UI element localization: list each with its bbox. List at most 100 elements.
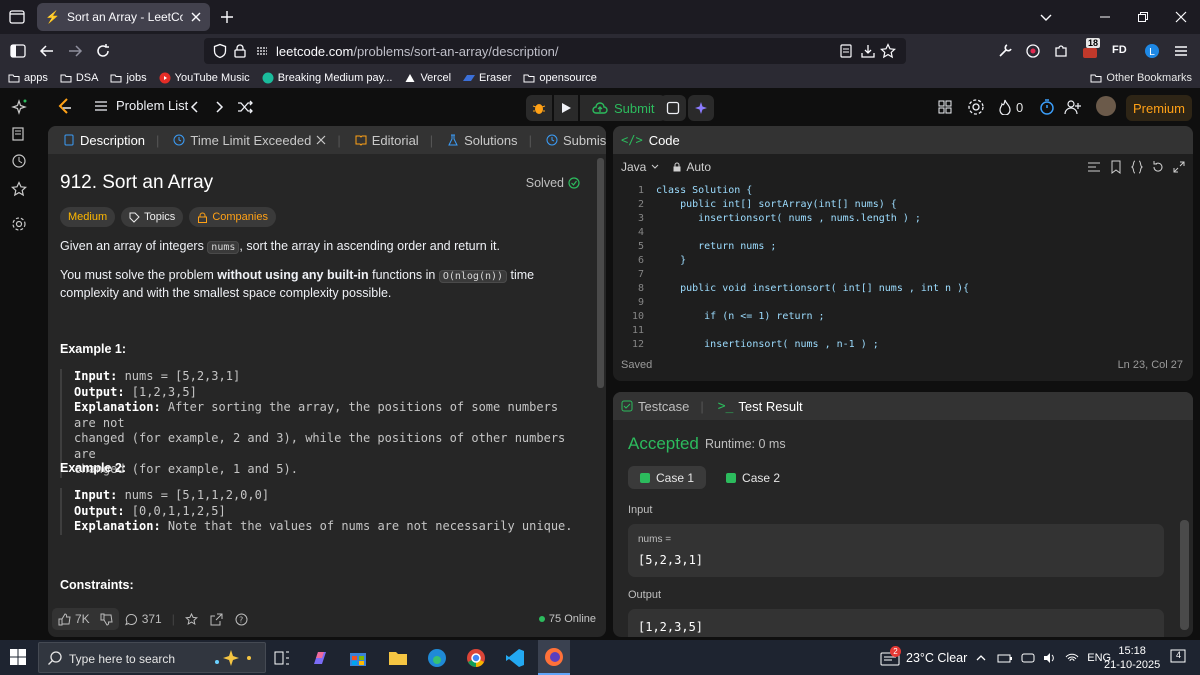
meet-now-icon[interactable] [1021, 652, 1035, 664]
browser-tab-active[interactable]: ⚡ Sort an Array - LeetCode [37, 3, 210, 31]
streak-counter[interactable]: 0 [998, 98, 1034, 116]
leetcode-logo-icon[interactable] [56, 97, 74, 115]
task-view-icon[interactable] [272, 648, 292, 668]
timer-icon[interactable] [1038, 98, 1056, 116]
sidebar-toggle-icon[interactable] [9, 42, 27, 60]
show-hidden-icons-icon[interactable] [975, 652, 989, 664]
auto-mode[interactable]: Auto [672, 160, 711, 174]
tab-test-result[interactable]: >_ Test Result [718, 399, 803, 414]
lock-icon[interactable] [232, 43, 248, 59]
tab-solutions[interactable]: Solutions | [440, 133, 539, 148]
avatar[interactable] [1096, 96, 1116, 116]
braces-icon[interactable] [1130, 160, 1144, 174]
reload-icon[interactable] [94, 42, 112, 60]
bookmark-dsa[interactable]: DSA [60, 72, 98, 84]
tab-editorial[interactable]: Editorial | [348, 133, 440, 148]
tab-list-icon[interactable] [8, 8, 26, 26]
topics-tag[interactable]: Topics [121, 207, 184, 227]
weather-widget[interactable]: 2 23°C Clear [880, 645, 967, 666]
tab-submissions[interactable]: Submissions [539, 133, 606, 148]
menu-hamburger-icon[interactable] [1172, 42, 1190, 60]
case-2-button[interactable]: Case 2 [714, 466, 792, 489]
thumbs-down-icon[interactable] [100, 613, 113, 626]
run-play-icon[interactable] [554, 95, 578, 121]
vscode-icon[interactable] [505, 648, 525, 668]
bookmark-jobs[interactable]: jobs [110, 72, 147, 84]
shuffle-icon[interactable] [236, 98, 254, 116]
favorite-star-icon[interactable] [179, 608, 204, 630]
save-to-pocket-icon[interactable] [860, 43, 876, 59]
back-arrow-icon[interactable] [38, 42, 56, 60]
reset-icon[interactable] [1151, 160, 1165, 174]
tab-time-limit-exceeded[interactable]: Time Limit Exceeded | [166, 133, 347, 148]
url-bar[interactable]: leetcode.com/problems/sort-an-array/desc… [204, 38, 906, 64]
close-tab-icon[interactable] [190, 11, 202, 23]
bookmark-youtube-music[interactable]: YouTube Music [159, 72, 250, 84]
sparkle-ai-icon[interactable] [11, 99, 27, 115]
language-select[interactable]: Java [621, 160, 660, 174]
new-tab-icon[interactable] [219, 9, 235, 25]
submit-button[interactable]: Submit [580, 95, 667, 121]
bookmark-vercel[interactable]: Vercel [404, 72, 451, 84]
help-icon[interactable]: ? [229, 608, 254, 630]
windows-start-icon[interactable] [9, 648, 29, 668]
problem-list-nav[interactable]: Problem List [94, 98, 188, 113]
chevron-down-icon[interactable] [1038, 9, 1054, 25]
reader-view-icon[interactable] [838, 43, 854, 59]
taskbar-search-input[interactable]: Type here to search [38, 642, 266, 673]
layout-grid-icon[interactable] [936, 98, 954, 116]
forward-arrow-icon[interactable] [66, 42, 84, 60]
site-permissions-icon[interactable] [254, 43, 270, 59]
code-editor[interactable]: 1 class Solution { 2 public int[] sortArr… [613, 184, 1183, 352]
like-button[interactable]: 7K [52, 608, 119, 630]
expand-icon[interactable] [1172, 160, 1186, 174]
extension-record-icon[interactable] [1024, 42, 1042, 60]
companies-tag[interactable]: Companies [189, 207, 276, 227]
history-clock-icon[interactable] [11, 153, 27, 169]
account-icon[interactable]: L [1143, 42, 1161, 60]
case-1-button[interactable]: Case 1 [628, 466, 707, 489]
premium-button[interactable]: Premium [1126, 95, 1192, 121]
bookmark-eraser[interactable]: Eraser [463, 72, 511, 84]
bookmark-star-icon[interactable] [880, 43, 896, 59]
system-clock[interactable]: 15:18 21-10-2025 [1104, 644, 1160, 672]
tab-testcase[interactable]: Testcase | [621, 399, 704, 414]
difficulty-badge[interactable]: Medium [60, 207, 116, 227]
note-icon[interactable] [660, 95, 686, 121]
close-icon[interactable] [316, 135, 326, 145]
notes-icon[interactable] [11, 126, 27, 142]
bookmark-apps[interactable]: apps [8, 72, 48, 84]
prev-problem-icon[interactable] [186, 98, 204, 116]
next-problem-icon[interactable] [210, 98, 228, 116]
restore-icon[interactable] [1124, 0, 1162, 34]
chrome-icon[interactable] [466, 648, 486, 668]
battery-icon[interactable] [997, 652, 1013, 664]
add-user-icon[interactable] [1064, 98, 1082, 116]
volume-icon[interactable] [1043, 652, 1057, 664]
edge-icon[interactable] [427, 648, 447, 668]
ai-sparkle-icon[interactable] [688, 95, 714, 121]
settings-gear-icon[interactable] [967, 98, 985, 116]
file-explorer-icon[interactable] [388, 648, 408, 668]
minimize-icon[interactable] [1086, 0, 1124, 34]
notifications-icon[interactable]: 4 [1168, 647, 1188, 667]
bookmark-icon[interactable] [1109, 160, 1123, 174]
wrench-icon[interactable] [996, 42, 1014, 60]
bookmark-breaking-medium[interactable]: Breaking Medium pay... [262, 72, 392, 84]
shield-icon[interactable] [212, 43, 228, 59]
close-window-icon[interactable] [1162, 0, 1200, 34]
bookmark-opensource[interactable]: opensource [523, 72, 597, 84]
debug-bug-icon[interactable] [526, 95, 552, 121]
firefox-icon[interactable] [538, 640, 570, 675]
favorites-star-icon[interactable] [11, 181, 27, 197]
extensions-puzzle-icon[interactable] [1052, 42, 1070, 60]
bookmark-other[interactable]: Other Bookmarks [1090, 68, 1192, 88]
comments-button[interactable]: 371 [119, 608, 168, 630]
extension-badge-icon[interactable]: 18 [1081, 38, 1101, 60]
profile-avatar[interactable]: FD [1112, 42, 1134, 60]
share-icon[interactable] [204, 608, 229, 630]
settings-gear-icon[interactable] [11, 216, 27, 232]
format-icon[interactable] [1087, 160, 1101, 174]
copilot-icon[interactable] [310, 648, 330, 668]
store-icon[interactable] [348, 648, 368, 668]
